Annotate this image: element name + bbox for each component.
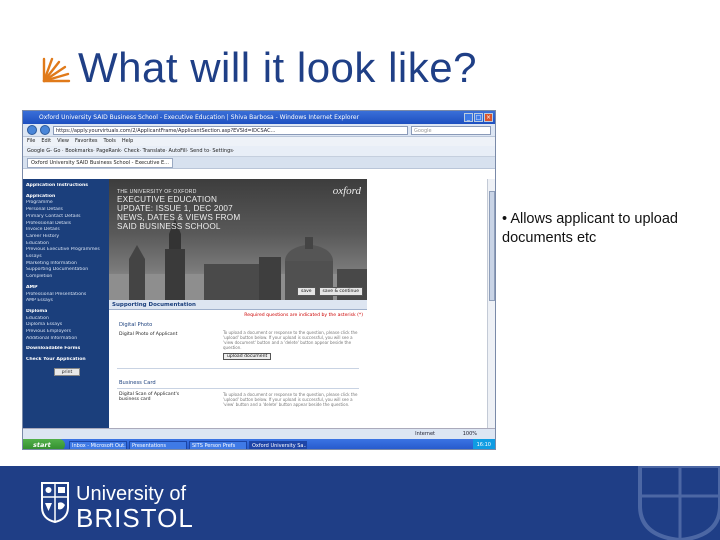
- sidebar-item[interactable]: Essays: [26, 254, 106, 261]
- sidebar-item[interactable]: Application Instructions: [26, 183, 106, 190]
- divider: [117, 388, 359, 389]
- sidebar-item[interactable]: Additional Information: [26, 336, 106, 343]
- forward-icon[interactable]: [40, 125, 50, 135]
- business-card-label: Digital Scan of Applicant's business car…: [119, 392, 180, 402]
- start-button[interactable]: start: [23, 439, 65, 449]
- minimize-icon[interactable]: _: [464, 113, 473, 122]
- required-note: Required questions are indicated by the …: [244, 313, 363, 318]
- sidebar-item[interactable]: Downloadable Forms: [26, 346, 106, 353]
- menu-favorites[interactable]: Favorites: [75, 137, 98, 146]
- sidebar-item[interactable]: Programme: [26, 200, 106, 207]
- banner-line-4: SAID BUSINESS SCHOOL: [117, 222, 221, 231]
- search-input[interactable]: Google: [411, 125, 491, 135]
- sidebar-item[interactable]: Primary Contact Details: [26, 214, 106, 221]
- sidebar-item[interactable]: Education: [26, 241, 106, 248]
- windows-taskbar: start Inbox - Microsoft Out... Presentat…: [23, 439, 495, 449]
- banner-line-3: NEWS, DATES & VIEWS FROM: [117, 213, 241, 222]
- crest-watermark-icon: [638, 466, 720, 540]
- supporting-docs-section: Supporting Documentation Required questi…: [109, 300, 367, 428]
- tab-oxford[interactable]: Oxford University SAID Business School -…: [27, 157, 173, 168]
- sidebar-item[interactable]: Check Your Application: [26, 357, 106, 364]
- sunburst-bullet-icon: [42, 57, 71, 83]
- wordmark-line-1: University of: [76, 483, 187, 505]
- scrollbar-thumb[interactable]: [489, 191, 495, 301]
- menu-tools[interactable]: Tools: [104, 137, 116, 146]
- sidebar-item[interactable]: AMP: [26, 285, 106, 292]
- oxford-logo: oxford: [332, 185, 361, 197]
- sidebar-item[interactable]: Personal Details: [26, 207, 106, 214]
- bullet-text: Allows applicant to upload documents etc: [502, 211, 678, 246]
- taskbar-item-oxford[interactable]: Oxford University Sa...: [249, 440, 307, 449]
- sidebar-item[interactable]: Previous Employers: [26, 329, 106, 336]
- tab-strip: Oxford University SAID Business School -…: [23, 157, 495, 169]
- status-bar: Internet 100%: [23, 428, 495, 439]
- print-button[interactable]: print: [54, 367, 80, 376]
- sidebar-item[interactable]: Education: [26, 316, 106, 323]
- application-sidebar: Application Instructions Application Progr…: [23, 179, 109, 428]
- sidebar-item[interactable]: Previous Executive Programmes: [26, 247, 106, 254]
- taskbar-item-outlook[interactable]: Inbox - Microsoft Out...: [69, 440, 127, 449]
- university-wordmark: University of BRISTOL: [76, 483, 194, 531]
- divider: [117, 368, 359, 369]
- wordmark-line-2: BRISTOL: [76, 503, 194, 533]
- sidebar-item[interactable]: Professional Details: [26, 221, 106, 228]
- sidebar-item[interactable]: Application: [26, 194, 106, 201]
- upload-document-button[interactable]: upload document: [223, 353, 272, 360]
- sidebar-item[interactable]: Professional Presentations: [26, 292, 106, 299]
- menu-edit[interactable]: Edit: [41, 137, 51, 146]
- menu-view[interactable]: View: [57, 137, 69, 146]
- sidebar-item[interactable]: Diploma Essays: [26, 322, 106, 329]
- digital-photo-heading: Digital Photo: [119, 322, 153, 328]
- upload-instructions-2: To upload a document or response to the …: [223, 392, 358, 407]
- menu-help[interactable]: Help: [122, 137, 133, 146]
- back-icon[interactable]: [27, 125, 37, 135]
- browser-window-title: Oxford University SAID Business School -…: [39, 114, 360, 121]
- slide-title-row: What will it look like?: [40, 42, 477, 94]
- footer-bar: University of BRISTOL: [0, 466, 720, 540]
- google-toolbar[interactable]: Google G- Go · Bookmarks· PageRank· Chec…: [23, 146, 495, 157]
- zoom-level[interactable]: 100%: [463, 429, 477, 439]
- close-icon[interactable]: ×: [484, 113, 493, 122]
- sidebar-item[interactable]: Diploma: [26, 309, 106, 316]
- window-controls: _ □ ×: [464, 113, 493, 122]
- banner-buttons: save save & continue: [296, 287, 363, 296]
- slide-title: What will it look like?: [78, 44, 477, 91]
- web-page: Application Instructions Application Progr…: [23, 179, 495, 428]
- maximize-icon[interactable]: □: [474, 113, 483, 122]
- sidebar-item[interactable]: Completion: [26, 274, 106, 281]
- internet-zone: Internet: [415, 431, 435, 437]
- taskbar-item-presentations[interactable]: Presentations: [129, 440, 187, 449]
- menu-bar: File Edit View Favorites Tools Help: [23, 137, 495, 146]
- browser-screenshot: Oxford University SAID Business School -…: [22, 110, 496, 450]
- save-button[interactable]: save: [296, 287, 316, 296]
- save-continue-button[interactable]: save & continue: [318, 287, 363, 296]
- banner-text: THE UNIVERSITY OF OXFORD EXECUTIVE EDUCA…: [117, 189, 240, 231]
- newsletter-banner: THE UNIVERSITY OF OXFORD EXECUTIVE EDUCA…: [109, 179, 367, 300]
- browser-title-bar: Oxford University SAID Business School -…: [23, 111, 495, 124]
- taskbar-item-sits[interactable]: SITS Person Prefs: [189, 440, 247, 449]
- banner-line-1: EXECUTIVE EDUCATION: [117, 195, 218, 204]
- banner-line-2: UPDATE: ISSUE 1, DEC 2007: [117, 204, 233, 213]
- page-scrollbar[interactable]: [487, 179, 495, 428]
- upload-instructions: To upload a document or response to the …: [223, 330, 358, 350]
- sidebar-item[interactable]: Career History: [26, 234, 106, 241]
- address-input[interactable]: https://apply.yourvirtuals.com/2/Applica…: [53, 125, 408, 135]
- bullet-point: • Allows applicant to upload documents e…: [502, 210, 702, 248]
- system-clock: 16:10: [472, 439, 495, 449]
- sidebar-item[interactable]: Supporting Documentation: [26, 267, 106, 274]
- sidebar-item[interactable]: Invoice Details: [26, 227, 106, 234]
- menu-file[interactable]: File: [27, 137, 35, 146]
- university-crest-icon: [41, 482, 69, 523]
- business-card-heading: Business Card: [119, 380, 156, 386]
- sidebar-item[interactable]: AMP Essays: [26, 298, 106, 305]
- digital-photo-label: Digital Photo of Applicant: [119, 332, 178, 337]
- section-title: Supporting Documentation: [109, 300, 367, 310]
- address-bar-row: https://apply.yourvirtuals.com/2/Applica…: [23, 124, 495, 137]
- sidebar-item[interactable]: Marketing Information: [26, 261, 106, 268]
